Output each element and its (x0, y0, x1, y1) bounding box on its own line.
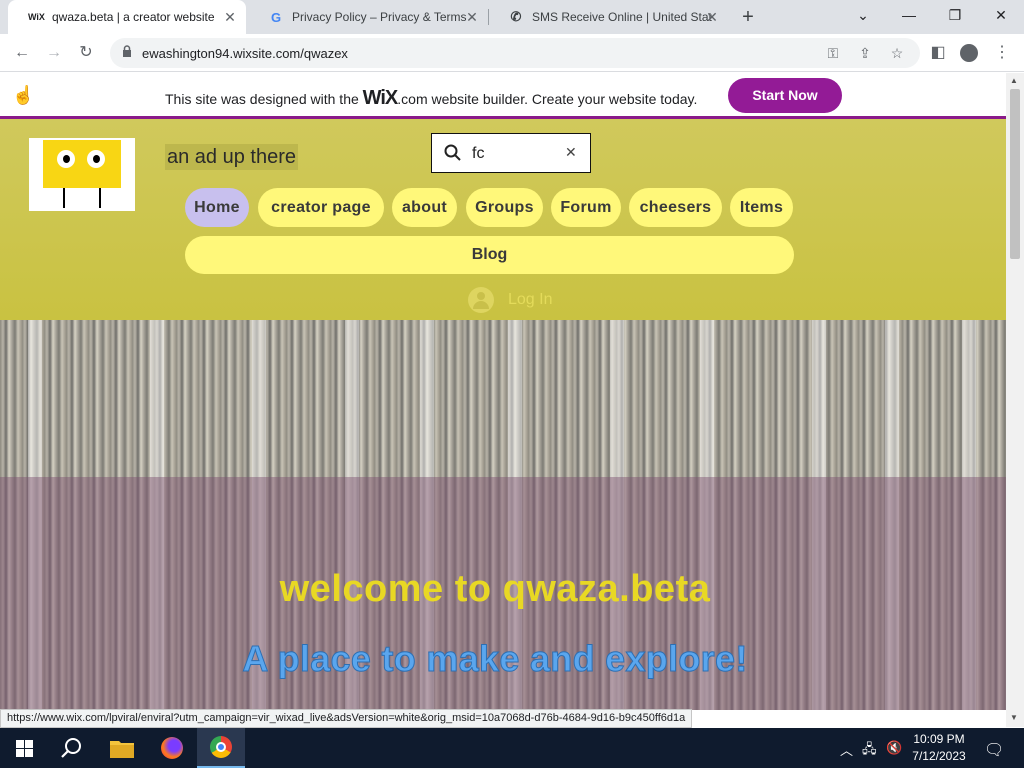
chrome-button[interactable] (197, 728, 245, 768)
wix-favicon-icon: WiX (28, 12, 45, 22)
new-tab-button[interactable]: + (737, 6, 759, 28)
close-window-button[interactable]: ✕ (978, 0, 1024, 30)
tab-title: qwaza.beta | a creator website (52, 10, 215, 24)
file-explorer-button[interactable] (98, 728, 146, 768)
site-search-box[interactable]: ✕ (431, 133, 591, 173)
close-tab-icon[interactable]: ✕ (222, 9, 238, 25)
chrome-icon (210, 736, 232, 758)
search-input[interactable] (472, 144, 562, 164)
tab-sms-receive[interactable]: ✆ SMS Receive Online | United State ✕ (488, 0, 728, 34)
nav-forum[interactable]: Forum (551, 188, 621, 227)
windows-taskbar: ︿ 🖧 🔇 10:09 PM 7/12/2023 🗨 (0, 728, 1024, 768)
scroll-down-icon[interactable]: ▼ (1010, 713, 1018, 722)
nav-groups[interactable]: Groups (466, 188, 543, 227)
taskbar-clock[interactable]: 10:09 PM 7/12/2023 (906, 731, 972, 765)
logo-eye-right (87, 150, 105, 168)
cheese-body (43, 140, 121, 188)
tab-qwaza[interactable]: WiX qwaza.beta | a creator website ✕ (8, 0, 246, 34)
star-icon[interactable]: ☆ (886, 42, 908, 64)
profile-avatar-icon[interactable] (955, 40, 983, 66)
share-icon[interactable]: ⇪ (854, 42, 876, 64)
banner-text-before: This site was designed with the (165, 91, 363, 107)
tab-search-icon[interactable]: ⌄ (840, 0, 886, 30)
site-tagline: an ad up there (165, 144, 298, 170)
side-panel-icon[interactable]: ◧ (924, 40, 952, 66)
nav-blog[interactable]: Blog (185, 236, 794, 274)
back-button[interactable]: ← (8, 40, 36, 66)
search-icon (61, 738, 81, 758)
url-text: ewashington94.wixsite.com/qwazex (142, 46, 348, 61)
nav-home[interactable]: Home (185, 188, 249, 227)
phone-icon: ✆ (510, 9, 522, 24)
firefox-icon (161, 737, 183, 759)
lock-icon (123, 45, 131, 57)
firefox-button[interactable] (148, 728, 196, 768)
start-now-button[interactable]: Start Now (728, 78, 842, 113)
user-avatar-icon (468, 287, 494, 313)
taskbar-search-button[interactable] (48, 728, 96, 768)
key-icon[interactable]: ⚿ (822, 42, 844, 64)
nav-items[interactable]: Items (730, 188, 793, 227)
hero-subtitle: A place to make and explore! (242, 638, 748, 680)
search-icon (444, 144, 461, 161)
cheese-logo[interactable] (29, 138, 135, 211)
tab-privacy-policy[interactable]: G Privacy Policy – Privacy & Terms – ✕ (248, 0, 488, 34)
page-scrollbar[interactable]: ▲ ▼ (1006, 73, 1024, 727)
reload-button[interactable]: ↻ (72, 40, 100, 66)
logo-eye-left (57, 150, 75, 168)
logo-leg (99, 188, 101, 208)
site-header: an ad up there ✕ Home creator page about… (0, 119, 1006, 320)
folder-icon (110, 741, 134, 758)
tab-title: Privacy Policy – Privacy & Terms – (292, 10, 472, 24)
wix-logo: WiX (362, 87, 399, 109)
close-tab-icon[interactable]: ✕ (704, 9, 720, 25)
clock-date: 7/12/2023 (912, 749, 966, 763)
nav-cheesers[interactable]: cheesers (629, 188, 722, 227)
windows-logo-icon (15, 739, 33, 757)
menu-kebab-icon[interactable]: ⋮ (988, 40, 1016, 66)
hero-title: welcome to qwaza.beta (279, 568, 711, 610)
wix-promo-banner: ☝ This site was designed with the WiX.co… (0, 73, 1006, 119)
hero-section: welcome to qwaza.beta A place to make an… (0, 320, 1006, 710)
scroll-up-icon[interactable]: ▲ (1010, 76, 1018, 85)
banner-text-after: .com website builder. Create your websit… (397, 91, 698, 107)
clock-time: 10:09 PM (913, 732, 965, 746)
notifications-icon[interactable]: 🗨 (984, 740, 1004, 760)
browser-toolbar: ← → ↻ ewashington94.wixsite.com/qwazex ⚿… (0, 34, 1024, 72)
nav-about[interactable]: about (392, 188, 457, 227)
restore-button[interactable]: ❐ (932, 0, 978, 30)
banner-message: This site was designed with the WiX.com … (165, 87, 697, 110)
show-hidden-icons[interactable]: ︿ (840, 740, 853, 759)
network-icon[interactable]: 🖧 (862, 740, 877, 762)
login-link[interactable]: Log In (468, 287, 552, 313)
clear-search-icon[interactable]: ✕ (565, 144, 577, 161)
address-bar[interactable]: ewashington94.wixsite.com/qwazex ⚿ ⇪ ☆ (110, 38, 920, 68)
login-label: Log In (508, 291, 553, 308)
tab-strip: WiX qwaza.beta | a creator website ✕ G P… (0, 0, 1024, 34)
google-favicon-icon: G (270, 9, 282, 25)
scrollbar-thumb[interactable] (1010, 89, 1020, 259)
status-bar-url: https://www.wix.com/lpviral/enviral?utm_… (0, 709, 693, 728)
close-tab-icon[interactable]: ✕ (464, 9, 480, 25)
hand-cursor-icon: ☝ (12, 85, 35, 105)
minimize-button[interactable]: — (886, 0, 932, 30)
start-button[interactable] (0, 728, 48, 768)
forward-button[interactable]: → (40, 40, 68, 66)
tab-title: SMS Receive Online | United State (532, 10, 712, 24)
nav-creator-page[interactable]: creator page (258, 188, 384, 227)
logo-leg (63, 188, 65, 208)
volume-muted-icon[interactable]: 🔇 (886, 740, 902, 756)
